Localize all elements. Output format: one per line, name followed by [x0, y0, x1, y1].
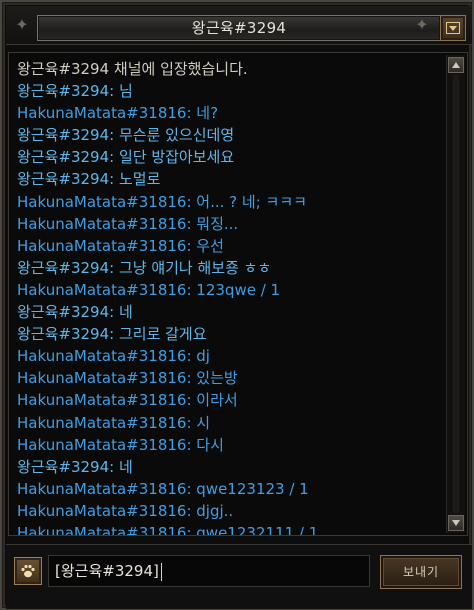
- paw-icon: [21, 564, 35, 578]
- chat-message: HakunaMatata#31816: 이라서: [17, 391, 238, 410]
- system-message: 왕근육#3294 채널에 입장했습니다.: [17, 60, 248, 78]
- scroll-down-icon: [452, 520, 460, 526]
- chat-input[interactable]: [왕근육#3294]: [48, 555, 370, 587]
- chat-message: 왕근육#3294: 그리로 갈게요: [17, 325, 207, 344]
- collapse-icon: [446, 22, 460, 34]
- chat-message: HakunaMatata#31816: djgj..: [17, 501, 234, 520]
- scroll-track[interactable]: [453, 75, 459, 513]
- chat-message: HakunaMatata#31816: dj: [17, 347, 210, 366]
- scroll-down-button[interactable]: [448, 515, 464, 531]
- scroll-up-button[interactable]: [448, 57, 464, 73]
- scrollbar[interactable]: [446, 55, 465, 533]
- chat-message: HakunaMatata#31816: 네?: [17, 104, 219, 123]
- chat-message: HakunaMatata#31816: 다시: [17, 435, 224, 454]
- chat-message: HakunaMatata#31816: 뭐징...: [17, 214, 239, 233]
- message-list: 왕근육#3294 채널에 입장했습니다. 왕근육#3294: 님 HakunaMat…: [17, 58, 441, 536]
- window-title: 왕근육#3294: [37, 15, 441, 41]
- chat-message: HakunaMatata#31816: 어... ? 네; ㅋㅋㅋ: [17, 192, 307, 211]
- chat-message: 왕근육#3294: 그냥 얘기나 해보죵 ㅎㅎ: [17, 258, 272, 277]
- input-bar: [왕근육#3294] 보내기: [6, 544, 472, 609]
- chat-message: HakunaMatata#31816: qwe123123 / 1: [17, 479, 309, 498]
- chat-window: ✦ 왕근육#3294 ✦ 왕근육#3294 채널에 입장했습니다. 왕근육#329…: [0, 0, 474, 610]
- text-caret: [160, 562, 162, 581]
- emote-button[interactable]: [14, 557, 42, 585]
- chat-message: 왕근육#3294: 님: [17, 82, 133, 101]
- chat-input-value: [왕근육#3294]: [55, 562, 159, 580]
- scroll-up-icon: [452, 62, 460, 68]
- chat-message: 왕근육#3294: 네: [17, 303, 133, 322]
- chat-message: HakunaMatata#31816: 123qwe / 1: [17, 280, 281, 299]
- chat-message: 왕근육#3294: 네: [17, 457, 133, 476]
- chat-message: HakunaMatata#31816: 있는방: [17, 369, 238, 388]
- ornament-icon: ✦: [415, 15, 429, 34]
- chat-message: 왕근육#3294: 일단 방잡아보세요: [17, 148, 235, 167]
- chat-log: 왕근육#3294 채널에 입장했습니다. 왕근육#3294: 님 HakunaMat…: [8, 52, 468, 536]
- chat-message: HakunaMatata#31816: qwe1232111 / 1: [17, 523, 319, 536]
- chat-message: 왕근육#3294: 노멀로: [17, 170, 161, 189]
- chat-message: HakunaMatata#31816: 시: [17, 413, 211, 432]
- collapse-button[interactable]: [440, 15, 466, 41]
- title-bar[interactable]: ✦ 왕근육#3294 ✦: [6, 6, 472, 45]
- chat-message: 왕근육#3294: 무슨룬 있으신데영: [17, 126, 235, 145]
- ornament-icon: ✦: [15, 15, 29, 34]
- send-button[interactable]: 보내기: [380, 555, 462, 589]
- chat-message: HakunaMatata#31816: 우선: [17, 236, 224, 255]
